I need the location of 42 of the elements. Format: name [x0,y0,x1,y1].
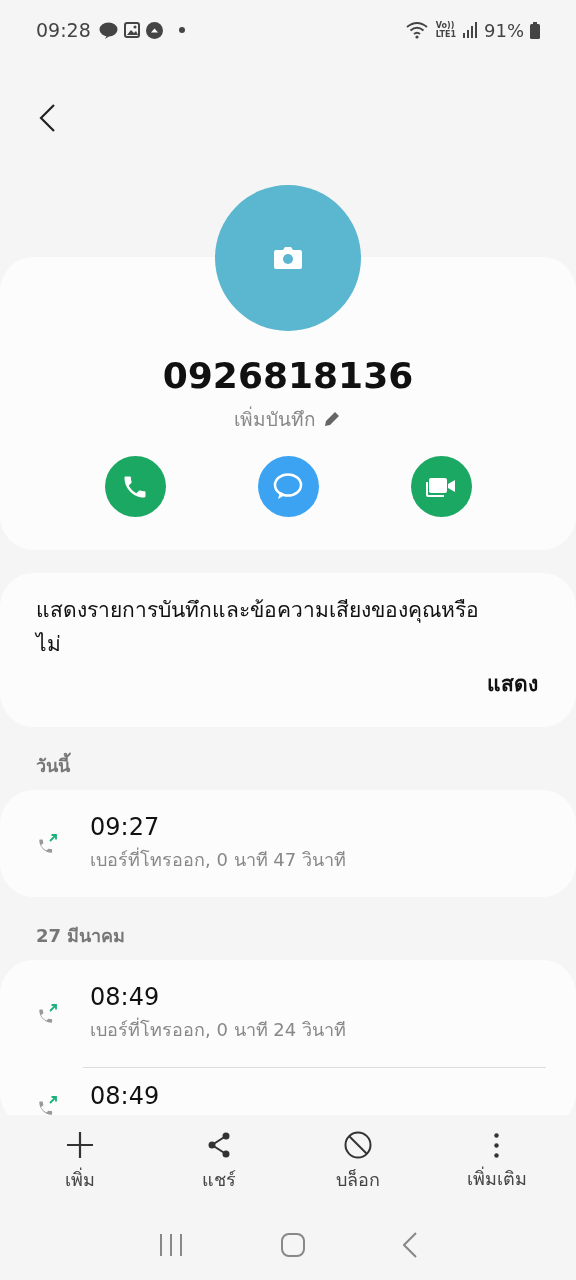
prompt-text: แสดงรายการบันทึกและข้อความเสียงของคุณหรือไม่ [36,597,480,658]
more-icon [494,1132,499,1158]
block-button[interactable]: บล็อก [312,1131,403,1194]
volte-label: Vo)) [435,21,455,30]
message-button[interactable] [257,456,319,517]
call-detail: เบอร์ที่โทรออก, 0 นาที 47 วินาที [90,846,346,872]
date-heading: วันนี้ [0,727,576,790]
upload-icon [145,21,163,39]
wifi-icon [405,21,430,39]
add-button[interactable]: เพิ่ม [34,1131,125,1194]
back-icon[interactable] [403,1232,417,1258]
home-icon[interactable] [281,1233,305,1257]
lte-label: LTE1 [435,30,456,39]
battery-percent: 91% [484,19,524,41]
outgoing-call-icon [36,1094,60,1115]
back-button[interactable] [38,102,58,134]
battery-icon [530,21,540,39]
add-note-button[interactable]: เพิ่มบันทึก [234,404,342,434]
call-button[interactable] [104,456,166,517]
call-time: 08:49 [90,983,161,1011]
phone-number: 0926818136 [162,355,414,396]
clock: 09:28 [36,19,91,41]
show-button[interactable]: แสดง [487,667,538,700]
date-heading: 27 มีนาคม [35,924,127,948]
more-button[interactable]: เพิ่มเติม [451,1132,542,1193]
call-detail: เบอร์ที่โทรออก, 0 นาที 24 วินาที [90,1016,346,1042]
share-button[interactable]: แชร์ [173,1131,264,1194]
signal-icon [462,22,478,38]
speech-bubble-icon [273,472,303,501]
dot-icon [178,27,185,33]
call-time: 08:49 [90,1082,160,1110]
call-time: 09:27 [90,813,161,841]
video-call-button[interactable] [410,456,472,517]
recent-apps-icon[interactable] [159,1233,183,1257]
outgoing-call-icon [36,1001,60,1026]
camera-icon [273,246,303,270]
plus-icon [65,1131,94,1159]
pencil-icon [322,409,342,429]
image-icon [123,22,140,38]
chat-bubble-icon [98,21,118,39]
outgoing-call-icon [36,831,60,856]
block-icon [343,1131,372,1159]
